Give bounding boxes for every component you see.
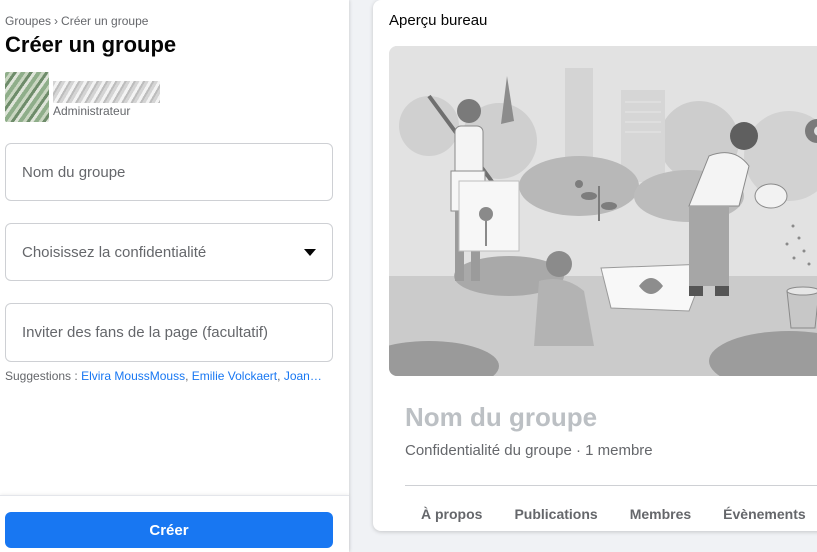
gardening-illustration xyxy=(389,46,817,376)
desktop-preview-card: Aperçu bureau Nom du groupe Confidential… xyxy=(373,0,817,531)
suggestions-label: Suggestions : xyxy=(5,369,78,383)
tab-events: Évènements xyxy=(723,506,806,522)
invite-field[interactable] xyxy=(5,303,333,362)
breadcrumb-current: Créer un groupe xyxy=(61,14,149,28)
breadcrumb-groups-link[interactable]: Groupes xyxy=(5,14,51,28)
cover-illustration xyxy=(389,46,817,376)
breadcrumb-separator: › xyxy=(54,14,59,28)
group-name-input[interactable] xyxy=(22,163,316,181)
group-name-field[interactable] xyxy=(5,143,333,201)
preview-tabs: À propos Publications Membres Évènements xyxy=(405,506,817,522)
caret-down-icon xyxy=(304,248,316,256)
preview-group-meta: Confidentialité du groupe · 1 membre xyxy=(405,442,653,459)
privacy-select-label: Choisissez la confidentialité xyxy=(22,243,207,261)
suggestion-link[interactable]: Emilie Volckaert xyxy=(192,369,277,383)
preview-title: Aperçu bureau xyxy=(389,12,488,29)
admin-role: Administrateur xyxy=(53,104,131,118)
tab-about: À propos xyxy=(421,506,483,522)
suggestions: Suggestions : Elvira MoussMouss, Emilie … xyxy=(5,369,322,383)
privacy-select[interactable]: Choisissez la confidentialité xyxy=(5,223,333,281)
create-button[interactable]: Créer xyxy=(5,512,333,548)
suggestion-link[interactable]: Elvira MoussMouss xyxy=(81,369,185,383)
admin-avatar xyxy=(5,72,49,122)
breadcrumb: Groupes › Créer un groupe xyxy=(5,14,148,28)
preview-divider xyxy=(405,485,817,486)
invite-input[interactable] xyxy=(22,324,316,341)
tab-members: Membres xyxy=(629,506,692,522)
tab-posts: Publications xyxy=(514,506,598,522)
suggestion-link[interactable]: Joan… xyxy=(284,369,322,383)
create-group-panel: Groupes › Créer un groupe Créer un groupe … xyxy=(0,0,349,552)
preview-group-name: Nom du groupe xyxy=(405,402,598,432)
admin-name-redacted xyxy=(53,81,160,103)
panel-footer: Créer xyxy=(0,495,349,552)
page-title: Créer un groupe xyxy=(5,32,177,57)
